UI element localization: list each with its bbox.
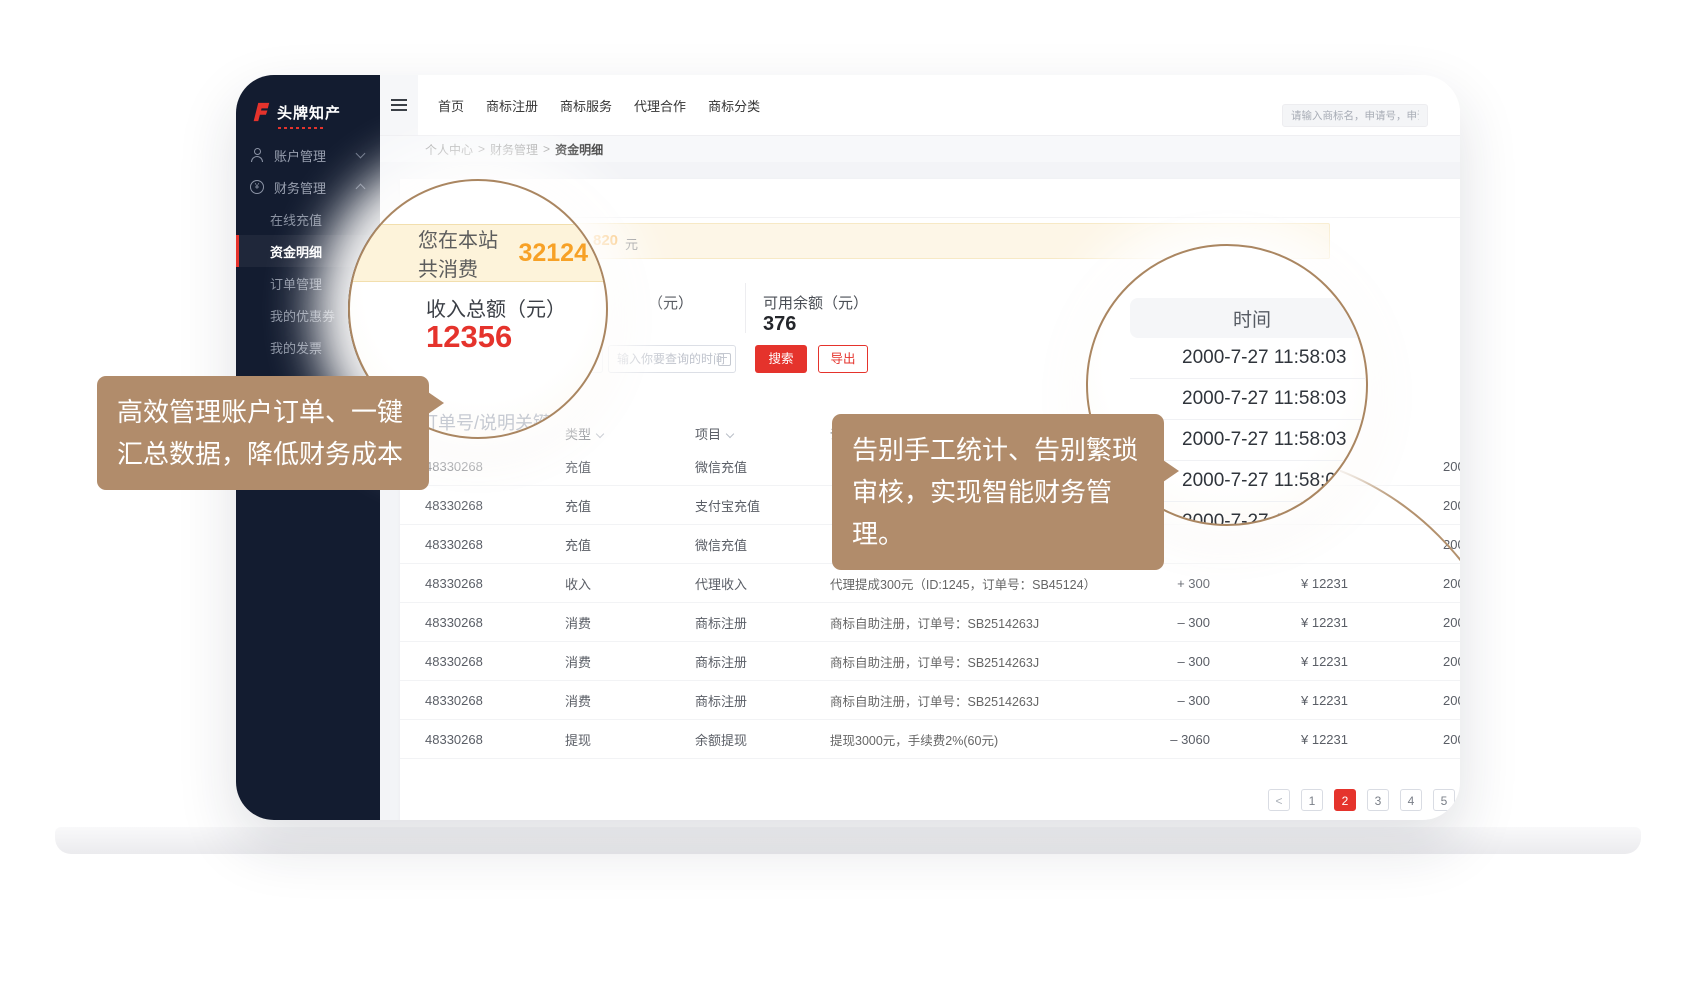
- breadcrumb: 个人中心 > 财务管理 > 资金明细: [380, 136, 1460, 163]
- nav-trademark-services[interactable]: 商标服务: [560, 96, 612, 115]
- table-row: 48330268 提现 余额提现 提现3000元，手续费2%(60元) – 30…: [400, 720, 1460, 759]
- chevron-down-icon: [726, 429, 734, 437]
- breadcrumb-separator: >: [478, 142, 485, 156]
- logo-subtext-decoration: [278, 127, 326, 129]
- page-button-3[interactable]: 3: [1367, 789, 1389, 811]
- nav-home[interactable]: 首页: [438, 96, 464, 115]
- breadcrumb-item[interactable]: 财务管理: [490, 141, 538, 158]
- sidebar-item-finance[interactable]: 财务管理: [236, 171, 380, 203]
- magnified-time-cell: 2000-7-27 11:58:03: [1130, 338, 1368, 379]
- callout-arrow-right-icon: [1163, 460, 1179, 482]
- sidebar-item-account[interactable]: 账户管理: [236, 139, 380, 171]
- header-project[interactable]: 项目: [695, 424, 830, 443]
- chevron-down-icon: [596, 429, 604, 437]
- table-row: 48330268 消费 商标注册 商标自助注册，订单号：SB2514263J –…: [400, 603, 1460, 642]
- time-search-input[interactable]: [608, 345, 736, 373]
- calendar-icon[interactable]: [718, 353, 731, 366]
- banner-unit: 元: [625, 234, 638, 253]
- pagination: < 1 2 3 4 5: [1268, 789, 1460, 811]
- prev-page-button[interactable]: <: [1268, 789, 1290, 811]
- breadcrumb-current: 资金明细: [555, 141, 603, 158]
- table-row: 48330268 消费 商标注册 商标自助注册，订单号：SB2514263J –…: [400, 681, 1460, 720]
- table-row: 48330268 消费 商标注册 商标自助注册，订单号：SB2514263J –…: [400, 642, 1460, 681]
- magnified-time-rows: 2000-7-27 11:58:03 2000-7-27 11:58:03 20…: [1130, 338, 1368, 526]
- header-type[interactable]: 类型: [565, 424, 695, 443]
- divider: [745, 283, 746, 333]
- callout-left: 高效管理账户订单、一键汇总数据，降低财务成本: [97, 376, 429, 490]
- nav-agency-cooperation[interactable]: 代理合作: [634, 96, 686, 115]
- magnified-income-label: 收入总额（元）: [426, 293, 566, 322]
- page-button-2-active[interactable]: 2: [1334, 789, 1356, 811]
- laptop-base: [55, 827, 1641, 854]
- magnified-time-cell: 2000-7-27 11:58:03: [1130, 502, 1368, 526]
- user-icon: [250, 148, 264, 162]
- available-balance-label: 可用余额（元）: [763, 292, 868, 313]
- magnified-income-value: 12356: [426, 319, 512, 355]
- trademark-search-input[interactable]: [1282, 104, 1428, 127]
- top-navbar: 首页 商标注册 商标服务 代理合作 商标分类: [380, 75, 1460, 136]
- page-button-5[interactable]: 5: [1433, 789, 1455, 811]
- top-nav-links: 首页 商标注册 商标服务 代理合作 商标分类: [438, 96, 760, 115]
- magnified-time-header: 时间: [1130, 298, 1368, 338]
- page-background: 头牌知产 账户管理 财务管理 在线充值 资金明细: [0, 0, 1696, 1002]
- breadcrumb-item[interactable]: 个人中心: [425, 141, 473, 158]
- finance-icon: [250, 180, 264, 194]
- logo-icon: [250, 101, 272, 123]
- magnified-time-cell: 2000-7-27 11:58:03: [1130, 379, 1368, 420]
- callout-right: 告别手工统计、告别繁琐审核，实现智能财务管理。: [832, 414, 1164, 570]
- chevron-down-icon: [356, 149, 366, 159]
- logo-title: 头牌知产: [277, 102, 341, 123]
- chevron-up-icon: [356, 184, 366, 194]
- middle-stat-label: （元）: [648, 292, 693, 313]
- export-button[interactable]: 导出: [818, 345, 868, 373]
- search-button[interactable]: 搜索: [755, 345, 807, 373]
- hamburger-icon: [391, 96, 407, 114]
- magnified-banner: 您在本站共消费 32124 元: [348, 224, 608, 282]
- nav-trademark-classification[interactable]: 商标分类: [708, 96, 760, 115]
- logo: 头牌知产: [250, 101, 341, 123]
- magnified-time-cell: 2000-7-27 11:58:03: [1130, 420, 1368, 461]
- nav-trademark-registration[interactable]: 商标注册: [486, 96, 538, 115]
- page-button-4[interactable]: 4: [1400, 789, 1422, 811]
- magnified-banner-amount: 32124: [518, 239, 588, 268]
- page-button-1[interactable]: 1: [1301, 789, 1323, 811]
- breadcrumb-separator: >: [543, 142, 550, 156]
- available-balance-value: 376: [763, 313, 796, 336]
- callout-arrow-right-icon: [428, 392, 444, 414]
- menu-toggle-button[interactable]: [380, 75, 418, 135]
